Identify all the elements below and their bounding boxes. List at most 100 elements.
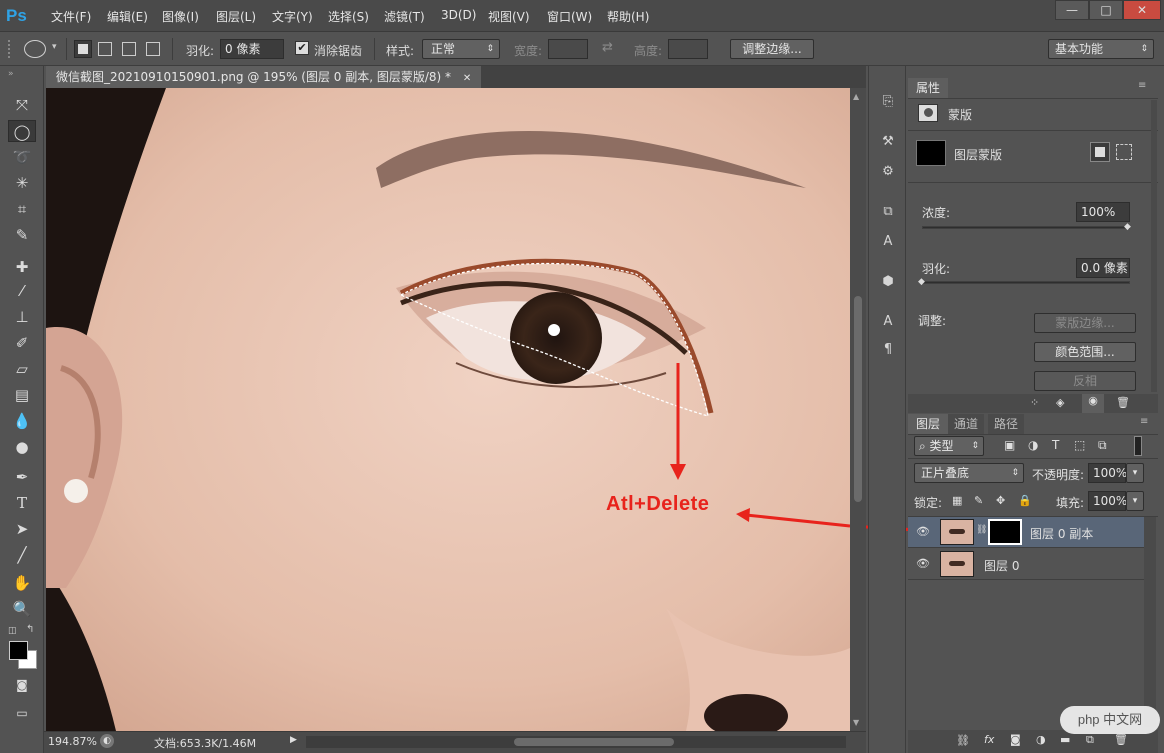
workspace-select[interactable]: 基本功能 ⇕ — [1048, 39, 1154, 59]
menu-3d[interactable]: 3D(D) — [441, 8, 476, 22]
magic-wand-tool-icon[interactable]: ✳ — [8, 172, 36, 194]
close-button[interactable]: ✕ — [1123, 0, 1161, 20]
new-layer-icon[interactable]: ⧉ — [1086, 733, 1094, 747]
visibility-icon[interactable]: ◉ — [1082, 394, 1104, 413]
history-panel-icon[interactable]: ⎘ — [878, 92, 898, 112]
menu-file[interactable]: 文件(F) — [51, 8, 91, 25]
character-panel-icon[interactable]: A — [878, 312, 898, 332]
pixel-mask-button[interactable] — [1090, 142, 1110, 162]
lock-transparent-icon[interactable]: ▦ — [952, 494, 962, 507]
feather-slider-handle[interactable]: ◆ — [918, 277, 925, 287]
delete-layer-icon[interactable]: 🗑 — [1114, 733, 1128, 746]
type-tool-icon[interactable]: T — [8, 492, 36, 514]
menu-edit[interactable]: 编辑(E) — [107, 8, 148, 25]
panel-menu-icon[interactable]: ≡ — [1138, 80, 1146, 91]
menu-view[interactable]: 视图(V) — [488, 8, 530, 25]
layer-mask-thumbnail[interactable] — [988, 519, 1022, 545]
scroll-up-icon[interactable]: ▲ — [853, 92, 859, 101]
clone-source-icon[interactable]: ⧉ — [878, 202, 898, 222]
scroll-down-icon[interactable]: ▼ — [853, 718, 859, 727]
clone-stamp-tool-icon[interactable]: ⊥ — [8, 306, 36, 328]
tab-layers[interactable]: 图层 — [908, 414, 949, 434]
fill-dropdown-icon[interactable]: ▾ — [1126, 491, 1144, 511]
crop-tool-icon[interactable]: ⌗ — [8, 198, 36, 220]
blur-tool-icon[interactable]: 💧 — [8, 410, 36, 432]
healing-brush-tool-icon[interactable]: ✚ — [8, 256, 36, 278]
filter-smart-object-icon[interactable]: ⧉ — [1098, 438, 1107, 453]
lock-position-icon[interactable]: ✥ — [996, 494, 1005, 507]
eye-visibility-icon[interactable]: 👁 — [916, 557, 930, 570]
add-mask-icon[interactable]: ◙ — [1010, 733, 1021, 746]
feather-slider[interactable] — [922, 281, 1130, 284]
properties-scrollbar[interactable] — [1151, 100, 1157, 392]
feather-input[interactable]: 0 像素 — [220, 39, 284, 59]
style-select[interactable]: 正常 ⇕ — [422, 39, 500, 59]
zoom-level[interactable]: 194.87% — [48, 735, 97, 748]
preset-dropdown-arrow-icon[interactable]: ▾ — [52, 42, 57, 52]
delete-mask-icon[interactable]: 🗑 — [1116, 396, 1130, 409]
new-selection-icon[interactable] — [74, 40, 92, 58]
layer-name[interactable]: 图层 0 — [984, 557, 1019, 574]
hand-tool-icon[interactable]: ✋ — [8, 572, 36, 594]
fx-icon[interactable]: fx — [984, 733, 994, 746]
mask-link-icon[interactable]: ⛓ — [976, 525, 987, 535]
horizontal-scrollbar[interactable] — [306, 736, 846, 748]
eyedropper-tool-icon[interactable]: ✎ — [8, 224, 36, 246]
refine-edge-button[interactable]: 调整边缘... — [730, 39, 814, 59]
status-info-icon[interactable]: ◐ — [100, 734, 114, 748]
intersect-selection-icon[interactable] — [146, 42, 160, 56]
opacity-input[interactable]: 100% — [1088, 463, 1127, 483]
panel-menu-icon[interactable]: ≡ — [1140, 416, 1148, 427]
eye-visibility-icon[interactable]: 👁 — [916, 525, 930, 538]
opacity-dropdown-icon[interactable]: ▾ — [1126, 463, 1144, 483]
filter-adjustment-icon[interactable]: ◑ — [1028, 438, 1038, 452]
quick-mask-icon[interactable]: ◙ — [8, 674, 36, 696]
lock-all-icon[interactable]: 🔒 — [1018, 494, 1032, 507]
foreground-color-swatch[interactable] — [9, 641, 28, 660]
vertical-scrollbar[interactable]: ▲ ▼ — [850, 88, 866, 731]
document-tab[interactable]: 微信截图_20210910150901.png @ 195% (图层 0 副本,… — [46, 66, 482, 88]
default-colors-icon[interactable]: ◫ — [8, 626, 17, 636]
color-range-button[interactable]: 颜色范围... — [1034, 342, 1136, 362]
width-input[interactable] — [548, 39, 588, 59]
zoom-tool-icon[interactable]: 🔍 — [8, 598, 36, 620]
menu-help[interactable]: 帮助(H) — [607, 8, 649, 25]
load-selection-icon[interactable]: ⁘ — [1030, 396, 1039, 409]
apply-mask-icon[interactable]: ◈ — [1056, 396, 1064, 409]
status-menu-icon[interactable]: ▶ — [290, 735, 297, 745]
filter-shape-icon[interactable]: ⬚ — [1074, 438, 1085, 452]
eraser-tool-icon[interactable]: ▱ — [8, 358, 36, 380]
tab-channels[interactable]: 通道 — [948, 414, 985, 434]
add-to-selection-icon[interactable] — [98, 42, 112, 56]
invert-button[interactable]: 反相 — [1034, 371, 1136, 391]
link-layers-icon[interactable]: ⛓ — [956, 734, 970, 747]
menu-window[interactable]: 窗口(W) — [547, 8, 592, 25]
lasso-tool-icon[interactable]: ➰ — [8, 146, 36, 168]
filter-type-icon[interactable]: T — [1052, 438, 1059, 452]
layer-mask-thumbnail[interactable] — [916, 140, 946, 166]
brush-panel-icon[interactable]: ⚒ — [878, 132, 898, 152]
vector-mask-button[interactable] — [1116, 144, 1132, 160]
gradient-tool-icon[interactable]: ▤ — [8, 384, 36, 406]
filter-toggle[interactable] — [1134, 436, 1142, 456]
menu-image[interactable]: 图像(I) — [162, 8, 199, 25]
history-brush-tool-icon[interactable]: ✐ — [8, 332, 36, 354]
move-tool-icon[interactable]: ⤧ — [8, 94, 36, 116]
close-tab-icon[interactable]: ✕ — [463, 73, 471, 84]
maximize-button[interactable]: □ — [1089, 0, 1123, 20]
vertical-scroll-thumb[interactable] — [854, 296, 862, 502]
blend-mode-select[interactable]: 正片叠底 ⇕ — [914, 463, 1024, 483]
filter-pixel-icon[interactable]: ▣ — [1004, 438, 1015, 452]
layer-name[interactable]: 图层 0 副本 — [1030, 525, 1093, 542]
pen-tool-icon[interactable]: ✒ — [8, 466, 36, 488]
antialias-checkbox[interactable]: ✔ — [295, 41, 309, 55]
minimize-button[interactable]: — — [1055, 0, 1089, 20]
lock-image-icon[interactable]: ✎ — [974, 494, 983, 507]
menu-filter[interactable]: 滤镜(T) — [384, 8, 425, 25]
new-group-icon[interactable]: ▬ — [1060, 733, 1070, 746]
mask-edge-button[interactable]: 蒙版边缘... — [1034, 313, 1136, 333]
layers-scrollbar[interactable] — [1144, 517, 1156, 727]
line-tool-icon[interactable]: ╱ — [8, 544, 36, 566]
swap-icon[interactable]: ⇄ — [602, 40, 613, 55]
menu-layer[interactable]: 图层(L) — [216, 8, 256, 25]
